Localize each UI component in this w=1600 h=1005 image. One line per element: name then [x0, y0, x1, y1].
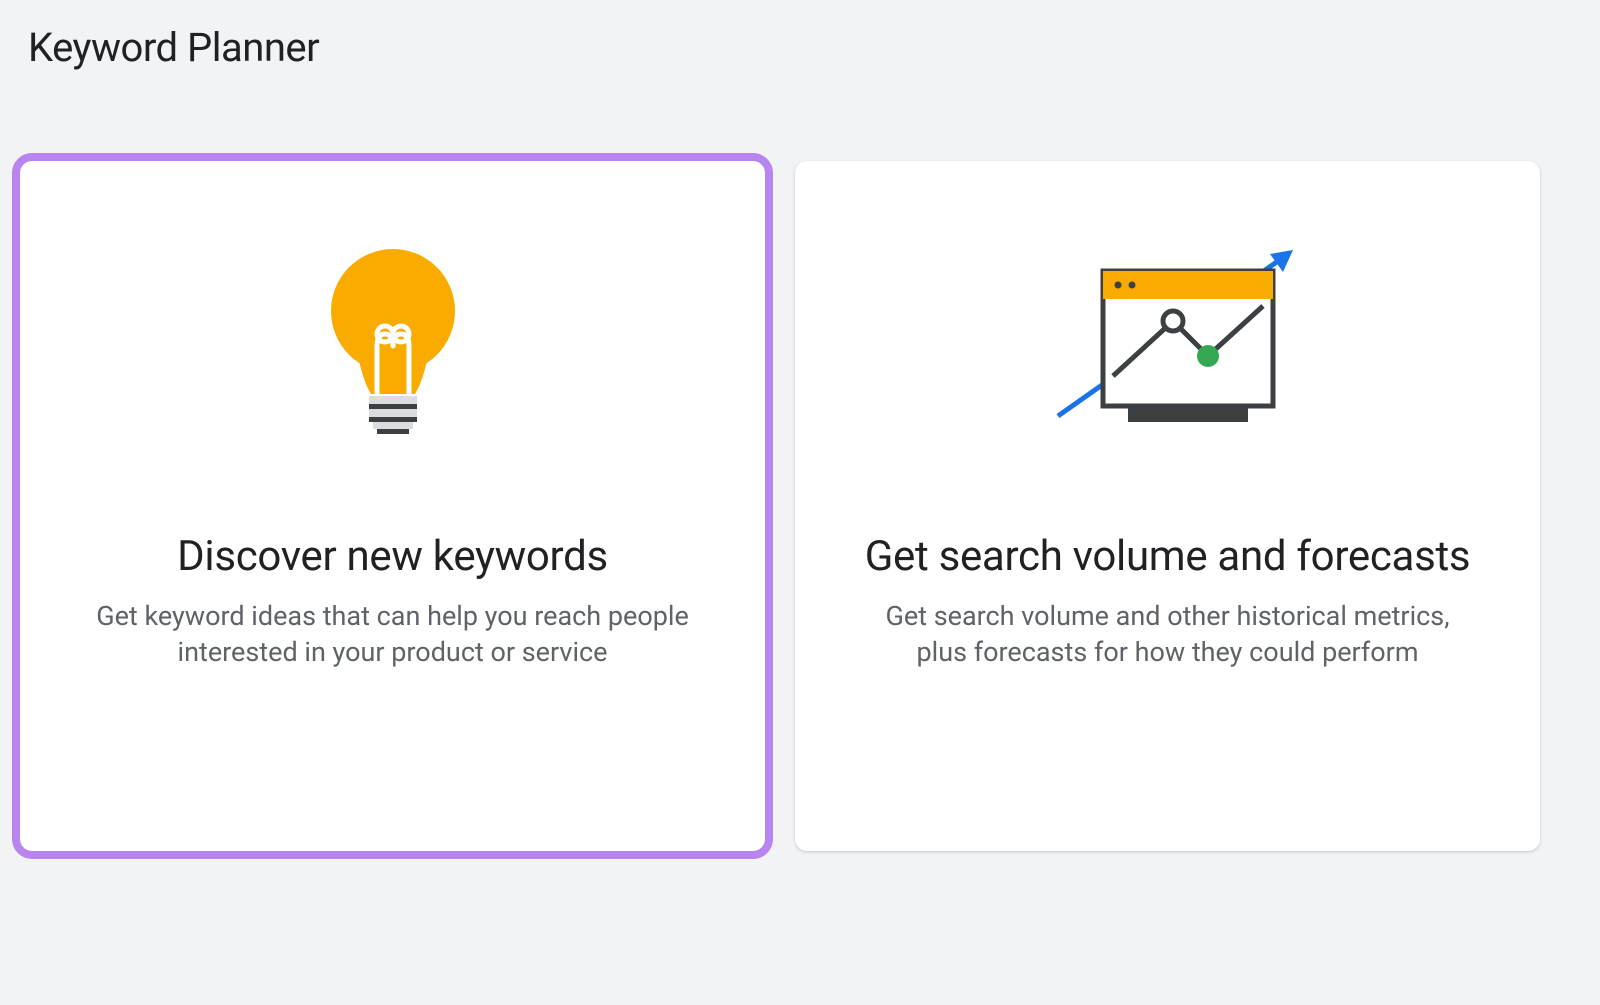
card-description: Get keyword ideas that can help you reac…: [93, 598, 693, 671]
lightbulb-icon: [70, 201, 715, 491]
chart-browser-icon: [845, 201, 1490, 491]
card-description: Get search volume and other historical m…: [868, 598, 1468, 671]
cards-container: Discover new keywords Get keyword ideas …: [0, 71, 1600, 871]
discover-keywords-card[interactable]: Discover new keywords Get keyword ideas …: [20, 161, 765, 851]
card-title: Get search volume and forecasts: [865, 531, 1471, 584]
search-volume-card[interactable]: Get search volume and forecasts Get sear…: [795, 161, 1540, 851]
card-title: Discover new keywords: [177, 531, 608, 584]
page-title: Keyword Planner: [0, 0, 1600, 71]
